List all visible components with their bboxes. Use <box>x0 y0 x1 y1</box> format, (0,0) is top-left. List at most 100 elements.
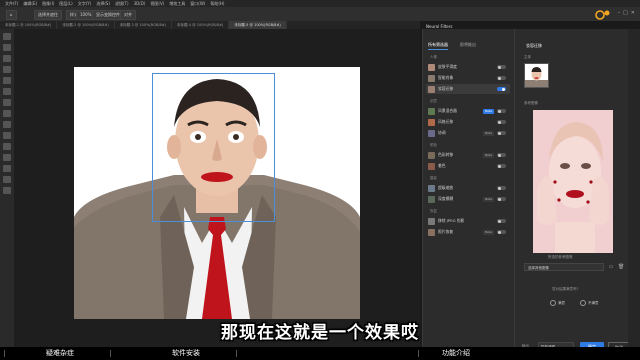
menu-item[interactable]: 增效工具 <box>169 0 185 7</box>
menu-item[interactable]: 文字(Y) <box>78 0 92 7</box>
filter-section-label: 颜色 <box>430 143 437 147</box>
menu-bar: 文件(F) 编辑(E) 图像(I) 图层(L) 文字(Y) 选择(S) 滤镜(T) 3D(D)… <box>0 0 640 7</box>
filter-item-label: 移除 JPEG 伪影 <box>438 218 465 223</box>
pen-tool-icon[interactable] <box>3 154 11 161</box>
menu-item[interactable]: 图像(I) <box>42 0 54 7</box>
reference-select[interactable]: 选择其他图像 <box>524 263 604 271</box>
select-mask-button[interactable]: 选择并遮住 <box>34 10 62 20</box>
filter-item[interactable]: 智能肖像 <box>426 73 510 83</box>
filter-toggle[interactable] <box>497 87 506 91</box>
filter-item[interactable]: 照片恢复 Beta <box>426 227 510 237</box>
marquee-tool-icon[interactable] <box>3 44 11 51</box>
filter-toggle[interactable] <box>497 230 506 234</box>
satisfaction-question: 您对结果满意吗? <box>552 287 579 291</box>
document-tab[interactable]: 未标题-2 @ 100%(RGB/8#) <box>57 21 115 29</box>
select-tool-icon[interactable] <box>3 66 11 73</box>
filter-item[interactable]: 风景混合器 Beta <box>426 106 510 116</box>
filter-item[interactable]: 着色 <box>426 161 510 171</box>
settings-title: 妆容迁移 <box>526 43 542 48</box>
tab-all-filters[interactable]: 所有筛选器 <box>428 42 448 50</box>
beta-badge: Beta <box>483 108 494 114</box>
document-tab[interactable]: 未标题-5 @ 100%(RGB/8#) <box>229 21 287 29</box>
filter-item[interactable]: 妆容迁移 <box>426 84 510 94</box>
eyedropper-tool-icon[interactable] <box>3 88 11 95</box>
window-controls[interactable]: –□✕ <box>618 10 638 16</box>
filter-thumbnail-icon <box>428 228 435 236</box>
taskbar-item-install[interactable]: 软件安装 <box>172 347 200 360</box>
beta-badge: Beta <box>483 196 494 202</box>
filter-item[interactable]: 风格迁移 <box>426 117 510 127</box>
folder-icon[interactable]: ▭ <box>608 264 614 270</box>
menu-item[interactable]: 窗口(W) <box>190 0 205 7</box>
filter-thumbnail-icon <box>428 195 435 203</box>
filter-item[interactable]: 色彩转移 Beta <box>426 150 510 160</box>
menu-item[interactable]: 编辑(E) <box>23 0 37 7</box>
face-selection-box[interactable] <box>152 73 275 222</box>
healing-tool-icon[interactable] <box>3 99 11 106</box>
filter-item[interactable]: 深度模糊 Beta <box>426 194 510 204</box>
filter-toggle[interactable] <box>497 219 506 223</box>
document-tab[interactable]: 未标题-1 @ 100%(RGB/8#) <box>0 21 58 29</box>
zoom-tool-icon[interactable] <box>3 187 11 194</box>
beta-badge: Beta <box>483 152 494 158</box>
menu-item[interactable]: 选择(S) <box>96 0 110 7</box>
filter-item[interactable]: 皮肤平滑度 <box>426 62 510 72</box>
filter-thumbnail-icon <box>428 151 435 159</box>
eraser-tool-icon[interactable] <box>3 132 11 139</box>
move-tool-icon[interactable] <box>3 33 11 40</box>
brand-logo-icon <box>595 10 610 20</box>
taskbar-item-features[interactable]: 功能介绍 <box>442 347 470 360</box>
hand-tool-icon[interactable] <box>3 176 11 183</box>
filter-toggle[interactable] <box>497 120 506 124</box>
stamp-tool-icon[interactable] <box>3 121 11 128</box>
reference-label: 参考图像 <box>524 101 538 105</box>
menu-item[interactable]: 文件(F) <box>5 0 18 7</box>
menu-item[interactable]: 视图(V) <box>150 0 164 7</box>
filter-section-label: 创意 <box>430 99 437 103</box>
menu-item[interactable]: 帮助(H) <box>210 0 224 7</box>
filter-item-label: 智能肖像 <box>438 75 454 80</box>
options-bar: ⌂ 选择并遮住 样式 100% 显示变换控件 对齐 –□✕ <box>0 7 640 21</box>
filter-toggle[interactable] <box>497 131 506 135</box>
filter-toggle[interactable] <box>497 65 506 69</box>
filter-thumbnail-icon <box>428 129 435 137</box>
filter-toggle[interactable] <box>497 186 506 190</box>
filter-item[interactable]: 移除 JPEG 伪影 <box>426 216 510 226</box>
crop-tool-icon[interactable] <box>3 77 11 84</box>
right-side-strip <box>628 29 640 347</box>
not-satisfied-radio[interactable]: 不满意 <box>580 300 599 306</box>
filter-item-label: 超级缩放 <box>438 185 454 190</box>
document-tab[interactable]: 未标题-3 @ 100%(RGB/8#) <box>115 21 173 29</box>
delete-icon[interactable]: 🗑 <box>618 264 624 270</box>
subject-label: 主体 <box>524 55 531 59</box>
gradient-tool-icon[interactable] <box>3 143 11 150</box>
filter-thumbnail-icon <box>428 63 435 71</box>
filter-thumbnail-icon <box>428 74 435 82</box>
brush-tool-icon[interactable] <box>3 110 11 117</box>
lasso-tool-icon[interactable] <box>3 55 11 62</box>
filter-toggle[interactable] <box>497 109 506 113</box>
filter-toggle[interactable] <box>497 164 506 168</box>
taskbar-item-troubleshoot[interactable]: 疑难杂症 <box>46 347 74 360</box>
filter-toggle[interactable] <box>497 76 506 80</box>
filter-item-label: 风景混合器 <box>438 108 457 113</box>
type-tool-icon[interactable] <box>3 165 11 172</box>
filter-thumbnail-icon <box>428 85 435 93</box>
filter-item[interactable]: 协调 Beta <box>426 128 510 138</box>
menu-item[interactable]: 滤镜(T) <box>115 0 129 7</box>
menu-item[interactable]: 3D(D) <box>134 0 146 7</box>
filter-toggle[interactable] <box>497 153 506 157</box>
reference-image <box>533 110 613 253</box>
options-home-icon[interactable]: ⌂ <box>6 10 17 20</box>
align-button[interactable]: 对齐 <box>120 10 136 20</box>
filter-item[interactable]: 超级缩放 <box>426 183 510 193</box>
satisfied-radio[interactable]: 满意 <box>550 300 565 306</box>
subject-thumbnail <box>524 63 549 88</box>
video-subtitle: 那现在这就是一个效果哎 <box>221 323 419 343</box>
filter-thumbnail-icon <box>428 118 435 126</box>
document-tab[interactable]: 未标题-4 @ 100%(RGB/8#) <box>172 21 230 29</box>
menu-item[interactable]: 图层(L) <box>59 0 72 7</box>
tab-coming-soon[interactable]: 即将推出 <box>460 42 476 48</box>
filter-toggle[interactable] <box>497 197 506 201</box>
filter-section-label: 摄影 <box>430 176 437 180</box>
